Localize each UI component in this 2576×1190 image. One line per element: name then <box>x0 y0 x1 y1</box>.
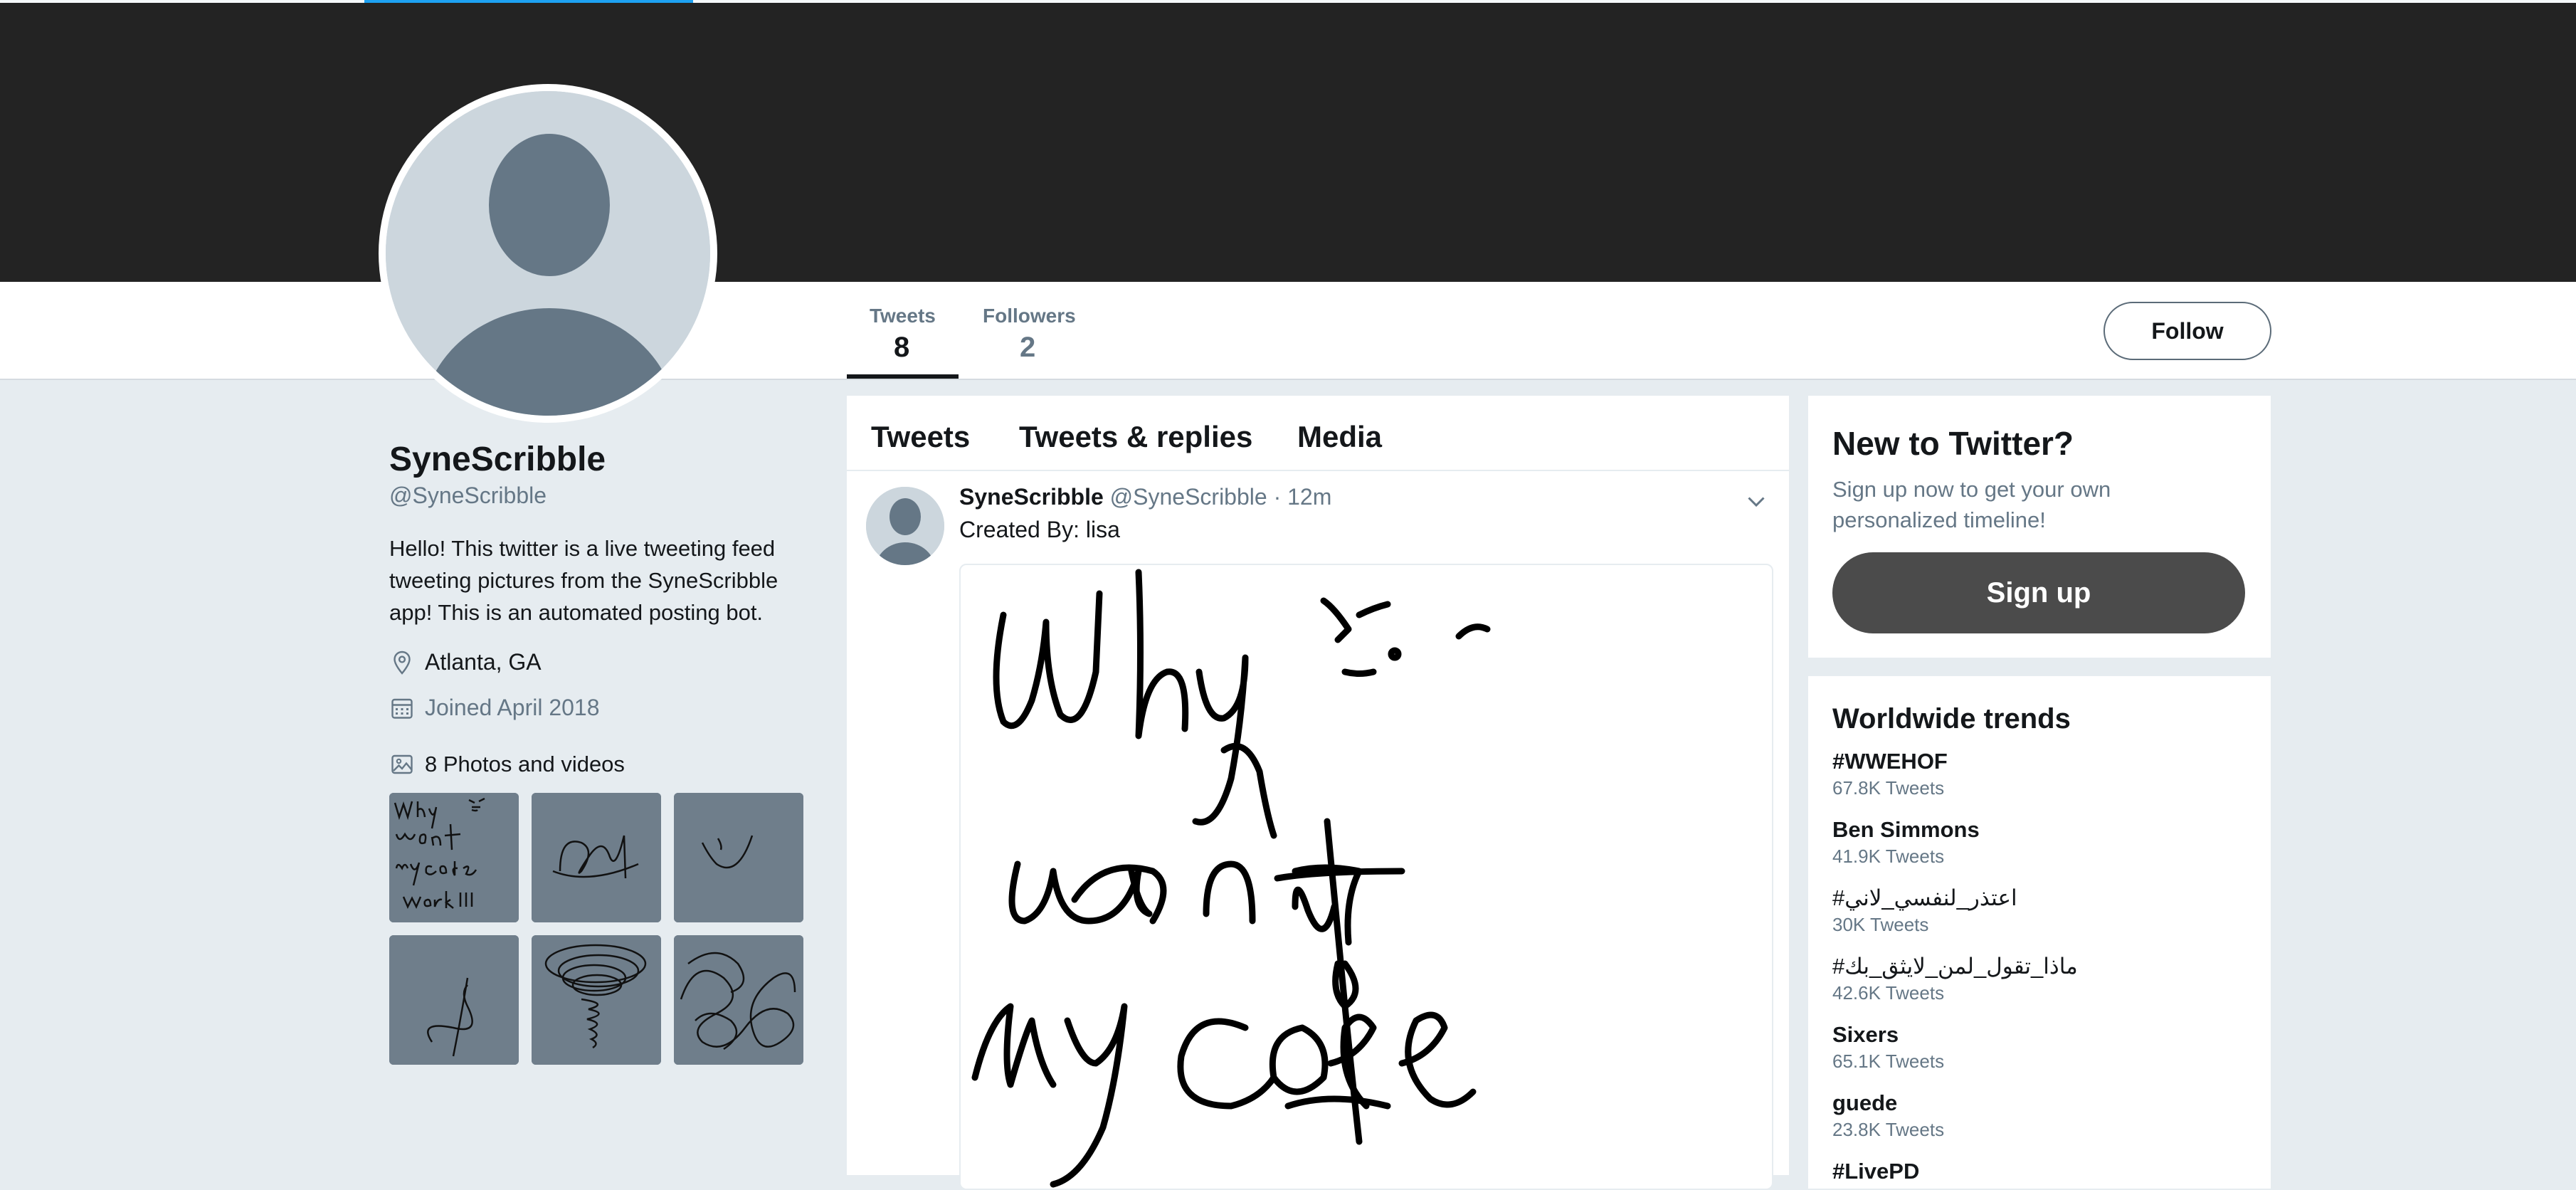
stat-tweets[interactable]: Tweets 8 <box>870 305 936 364</box>
scribble-thumbnail <box>389 935 519 1065</box>
scribble-thumbnail <box>532 793 661 922</box>
trend-name: #WWEHOF <box>1832 749 1948 774</box>
trend-name: #LivePD <box>1832 1159 1920 1184</box>
tab-tweets-replies[interactable]: Tweets & replies <box>1019 420 1252 454</box>
trend-item[interactable]: #ماذا_تقول_لمن_لايثق_بك 42.6K Tweets <box>1832 954 2245 1004</box>
default-avatar-icon <box>866 487 944 565</box>
handwritten-scribble <box>971 569 1491 1188</box>
trend-name: guede <box>1832 1090 1898 1115</box>
timeline-card: Tweets Tweets & replies Media SyneScribb… <box>847 396 1789 1190</box>
trend-item[interactable]: guede 23.8K Tweets <box>1832 1090 2245 1141</box>
joined-text: Joined April 2018 <box>425 695 600 720</box>
profile-location: Atlanta, GA <box>389 649 542 675</box>
trend-count: 67.8K Tweets <box>1832 777 1945 799</box>
calendar-icon <box>391 698 413 719</box>
tweet-author-name[interactable]: SyneScribble <box>959 484 1104 510</box>
chevron-down-icon <box>1748 497 1765 507</box>
tab-media[interactable]: Media <box>1297 420 1382 454</box>
tweet-menu-button[interactable] <box>1743 488 1769 517</box>
active-stat-indicator <box>847 374 959 379</box>
default-avatar-icon <box>386 91 710 416</box>
photos-videos-link[interactable]: 8 Photos and videos <box>389 752 625 777</box>
profile-joined: Joined April 2018 <box>389 695 600 721</box>
trend-count: 30K Tweets <box>1832 914 1929 935</box>
trend-name: #اعتذر_لنفسي_لاني <box>1832 885 2017 910</box>
photo-thumbnail[interactable] <box>674 935 803 1065</box>
trend-item[interactable]: Sixers 65.1K Tweets <box>1832 1022 2245 1073</box>
trend-item[interactable]: Ben Simmons 41.9K Tweets <box>1832 817 2245 868</box>
location-pin-icon <box>394 651 411 675</box>
scribble-thumbnail <box>532 935 661 1065</box>
trend-item[interactable]: #LivePD <box>1832 1159 2245 1184</box>
profile-handle: @SyneScribble <box>389 483 547 508</box>
sign-up-button[interactable]: Sign up <box>1832 552 2245 633</box>
stat-label: Tweets <box>870 305 936 327</box>
tweet-text: Created By: lisa <box>959 517 1120 542</box>
trend-count: 23.8K Tweets <box>1832 1119 1945 1140</box>
photo-thumbnail[interactable] <box>389 935 519 1065</box>
stat-value: 8 <box>894 332 910 363</box>
timeline-tabs: Tweets Tweets & replies Media <box>847 396 1789 471</box>
signup-title: New to Twitter? <box>1832 425 2074 462</box>
tab-tweets[interactable]: Tweets <box>871 420 970 454</box>
tweet-header: SyneScribble @SyneScribble · 12m <box>959 484 1331 510</box>
trends-card: Worldwide trends #WWEHOF 67.8K Tweets Be… <box>1808 676 2271 1189</box>
trend-name: Ben Simmons <box>1832 817 1980 842</box>
stat-value: 2 <box>1020 332 1036 363</box>
trend-item[interactable]: #WWEHOF 67.8K Tweets <box>1832 749 2245 799</box>
signup-subtitle: Sign up now to get your own personalized… <box>1832 477 2111 532</box>
location-text: Atlanta, GA <box>425 649 542 675</box>
follow-button[interactable]: Follow <box>2103 302 2271 360</box>
trend-count: 41.9K Tweets <box>1832 846 1945 867</box>
trend-count: 65.1K Tweets <box>1832 1051 1945 1072</box>
photo-thumbnail[interactable] <box>674 793 803 922</box>
tweet-avatar[interactable] <box>866 487 944 565</box>
photo-thumbnail[interactable] <box>532 935 661 1065</box>
profile-name: SyneScribble <box>389 441 606 478</box>
photo-thumbnail[interactable] <box>389 793 519 922</box>
signup-card: New to Twitter? Sign up now to get your … <box>1808 396 2271 658</box>
profile-bio: Hello! This twitter is a live tweeting f… <box>389 536 778 625</box>
trends-title: Worldwide trends <box>1832 703 2071 734</box>
stat-followers[interactable]: Followers 2 <box>983 305 1076 364</box>
trend-name: #ماذا_تقول_لمن_لايثق_بك <box>1832 954 2078 979</box>
profile-avatar[interactable] <box>379 84 717 423</box>
trend-item[interactable]: #اعتذر_لنفسي_لاني 30K Tweets <box>1832 885 2245 936</box>
tweet-author-handle[interactable]: @SyneScribble <box>1110 484 1267 510</box>
photo-thumbnail[interactable] <box>532 793 661 922</box>
image-icon <box>391 754 413 774</box>
photos-label: 8 Photos and videos <box>425 752 625 776</box>
scribble-thumbnail <box>389 793 519 922</box>
scribble-thumbnail <box>674 935 803 1065</box>
trend-name: Sixers <box>1832 1022 1899 1047</box>
tweet-media-image[interactable] <box>959 564 1773 1190</box>
trend-count: 42.6K Tweets <box>1832 982 1945 1004</box>
tweet-timestamp[interactable]: · 12m <box>1274 484 1332 510</box>
scribble-thumbnail <box>674 793 803 922</box>
stat-label: Followers <box>983 305 1076 327</box>
